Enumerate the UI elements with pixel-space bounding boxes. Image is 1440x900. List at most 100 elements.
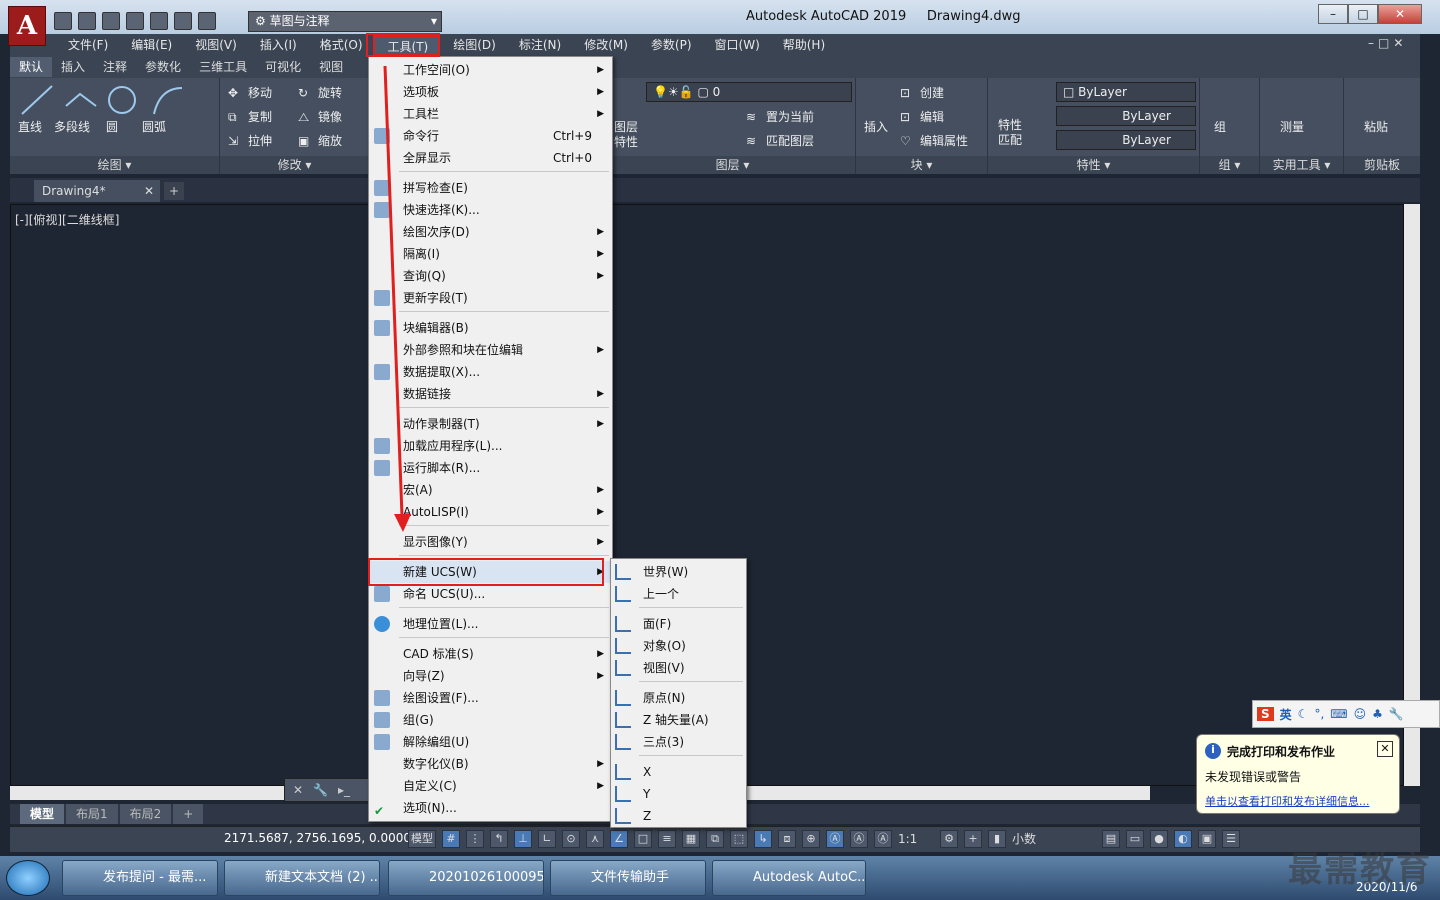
- layer-properties-button[interactable]: 图层 特性: [614, 120, 638, 150]
- ucs-submenu-item[interactable]: 面(F): [611, 613, 746, 635]
- punctuation-icon[interactable]: °,: [1314, 707, 1324, 721]
- modify-panel-label[interactable]: 修改 ▾: [220, 156, 369, 174]
- menu-file[interactable]: 文件(F): [55, 35, 118, 55]
- groups-panel-label[interactable]: 组 ▾: [1200, 156, 1259, 174]
- taskbar-item-notepad[interactable]: 新建文本文档 (2) ...: [224, 860, 380, 896]
- isodraft-icon[interactable]: ⋏: [586, 830, 604, 848]
- tab-layout1[interactable]: 布局1: [66, 804, 118, 824]
- mirror-button[interactable]: ⧍ 镜像: [298, 108, 342, 126]
- taskbar-item-wechat[interactable]: 文件传输助手: [550, 860, 706, 896]
- tools-menu-item[interactable]: 数字化仪(B) ▶: [369, 753, 612, 775]
- properties-panel-label[interactable]: 特性 ▾: [988, 156, 1199, 174]
- isolate-objects-icon[interactable]: ●: [1150, 830, 1168, 848]
- clean-screen-icon[interactable]: ▣: [1198, 830, 1216, 848]
- group-button[interactable]: 组: [1214, 118, 1226, 135]
- selection-filter-icon[interactable]: ⧈: [778, 830, 796, 848]
- vertical-scrollbar[interactable]: [1404, 204, 1420, 786]
- units-dropdown[interactable]: 小数: [1012, 830, 1096, 848]
- ucs-submenu-item[interactable]: 上一个: [611, 583, 746, 605]
- redo-icon[interactable]: [198, 12, 216, 30]
- tools-menu-item[interactable]: 自定义(C) ▶: [369, 775, 612, 797]
- tab-3d-tools[interactable]: 三维工具: [190, 57, 256, 77]
- tools-menu-item[interactable]: 解除编组(U): [369, 731, 612, 753]
- mdi-controls[interactable]: –□✕: [1368, 36, 1407, 50]
- edit-attributes-button[interactable]: ♡ 编辑属性: [900, 132, 968, 150]
- tools-menu-item[interactable]: 地理位置(L)...: [369, 613, 612, 635]
- taskbar-item-autocad[interactable]: Autodesk AutoC...: [712, 860, 866, 896]
- ucs-submenu-item[interactable]: 三点(3): [611, 731, 746, 753]
- layers-panel-label[interactable]: 图层 ▾: [610, 156, 855, 174]
- tab-model[interactable]: 模型: [20, 804, 65, 824]
- grid-icon[interactable]: #: [442, 830, 460, 848]
- object-snap-tracking-icon[interactable]: ∠: [610, 830, 628, 848]
- viewport-controls[interactable]: [-][俯视][二维线框]: [15, 211, 119, 228]
- plot-icon[interactable]: [150, 12, 168, 30]
- maximize-button[interactable]: □: [1348, 4, 1378, 24]
- open-icon[interactable]: [78, 12, 96, 30]
- model-space-button[interactable]: 模型: [408, 830, 436, 848]
- menu-modify[interactable]: 修改(M): [571, 35, 638, 55]
- gear-icon[interactable]: ⚙: [940, 830, 958, 848]
- application-menu-button[interactable]: A: [8, 6, 46, 46]
- lock-ui-icon[interactable]: ▭: [1126, 830, 1144, 848]
- customization-icon[interactable]: ☰: [1222, 830, 1240, 848]
- line-button[interactable]: 直线: [18, 118, 42, 135]
- shirt-icon[interactable]: ♣: [1372, 707, 1383, 721]
- create-block-button[interactable]: ⊡ 创建: [900, 84, 944, 102]
- annotation-scale-value[interactable]: 1:1: [898, 830, 934, 848]
- hardware-acceleration-icon[interactable]: ◐: [1174, 830, 1192, 848]
- taskbar-item-word[interactable]: 20201026100095...: [388, 860, 544, 896]
- keyboard-icon[interactable]: ⌨: [1330, 707, 1347, 721]
- rotate-button[interactable]: ↻ 旋转: [298, 84, 342, 102]
- lineweight-icon[interactable]: ≡: [658, 830, 676, 848]
- tools-menu-item[interactable]: CAD 标准(S) ▶: [369, 643, 612, 665]
- linetype-dropdown[interactable]: ByLayer: [1056, 106, 1196, 126]
- document-tab[interactable]: Drawing4* ✕: [34, 180, 160, 202]
- set-current-button[interactable]: ≋ 置为当前: [746, 108, 814, 126]
- measure-button[interactable]: 测量: [1280, 118, 1304, 135]
- move-button[interactable]: ✥ 移动: [228, 84, 272, 102]
- match-layer-button[interactable]: ≋ 匹配图层: [746, 132, 814, 150]
- dynamic-input-icon[interactable]: ⊥: [514, 830, 532, 848]
- menu-dimension[interactable]: 标注(N): [506, 35, 571, 55]
- stretch-button[interactable]: ⇲ 拉伸: [228, 132, 272, 150]
- copy-button[interactable]: ⧉ 复制: [228, 108, 272, 126]
- tab-annotate[interactable]: 注释: [94, 57, 136, 77]
- plus-icon[interactable]: +: [964, 830, 982, 848]
- gizmo-icon[interactable]: ⊕: [802, 830, 820, 848]
- insert-block-button[interactable]: 插入: [864, 118, 888, 135]
- ime-language[interactable]: 英: [1280, 706, 1292, 723]
- quick-properties-icon[interactable]: ▤: [1102, 830, 1120, 848]
- add-layout-button[interactable]: +: [173, 804, 204, 824]
- ucs-submenu-item[interactable]: Z: [611, 805, 746, 827]
- wrench-icon[interactable]: 🔧: [1389, 707, 1404, 721]
- tools-menu-item[interactable]: 组(G): [369, 709, 612, 731]
- notification-link[interactable]: 单击以查看打印和发布详细信息...: [1205, 793, 1391, 809]
- close-icon[interactable]: ✕: [144, 180, 154, 202]
- ucs-submenu-item[interactable]: 世界(W): [611, 561, 746, 583]
- menu-insert[interactable]: 插入(I): [247, 35, 307, 55]
- arc-button[interactable]: 圆弧: [142, 118, 166, 135]
- tab-visualize[interactable]: 可视化: [256, 57, 310, 77]
- polar-icon[interactable]: ⊙: [562, 830, 580, 848]
- snap-icon[interactable]: ⋮: [466, 830, 484, 848]
- ucs-submenu-item[interactable]: 视图(V): [611, 657, 746, 679]
- ucs-submenu-item[interactable]: X: [611, 761, 746, 783]
- new-icon[interactable]: [54, 12, 72, 30]
- block-panel-label[interactable]: 块 ▾: [856, 156, 987, 174]
- circle-button[interactable]: 圆: [106, 118, 118, 135]
- menu-window[interactable]: 窗口(W): [702, 35, 770, 55]
- wrench-icon[interactable]: 🔧: [313, 783, 328, 797]
- ucs-submenu-item[interactable]: 原点(N): [611, 687, 746, 709]
- menu-draw[interactable]: 绘图(D): [440, 35, 506, 55]
- menu-help[interactable]: 帮助(H): [770, 35, 835, 55]
- tools-menu-item[interactable]: 绘图设置(F)...: [369, 687, 612, 709]
- paste-button[interactable]: 粘贴: [1364, 118, 1388, 135]
- moon-icon[interactable]: ☾: [1298, 707, 1309, 721]
- menu-edit[interactable]: 编辑(E): [118, 35, 182, 55]
- undo-icon[interactable]: [174, 12, 192, 30]
- close-icon[interactable]: ✕: [1377, 741, 1393, 757]
- utilities-panel-label[interactable]: 实用工具 ▾: [1260, 156, 1343, 174]
- selection-cycling-icon[interactable]: ⧉: [706, 830, 724, 848]
- scale-button[interactable]: ▣ 缩放: [298, 132, 342, 150]
